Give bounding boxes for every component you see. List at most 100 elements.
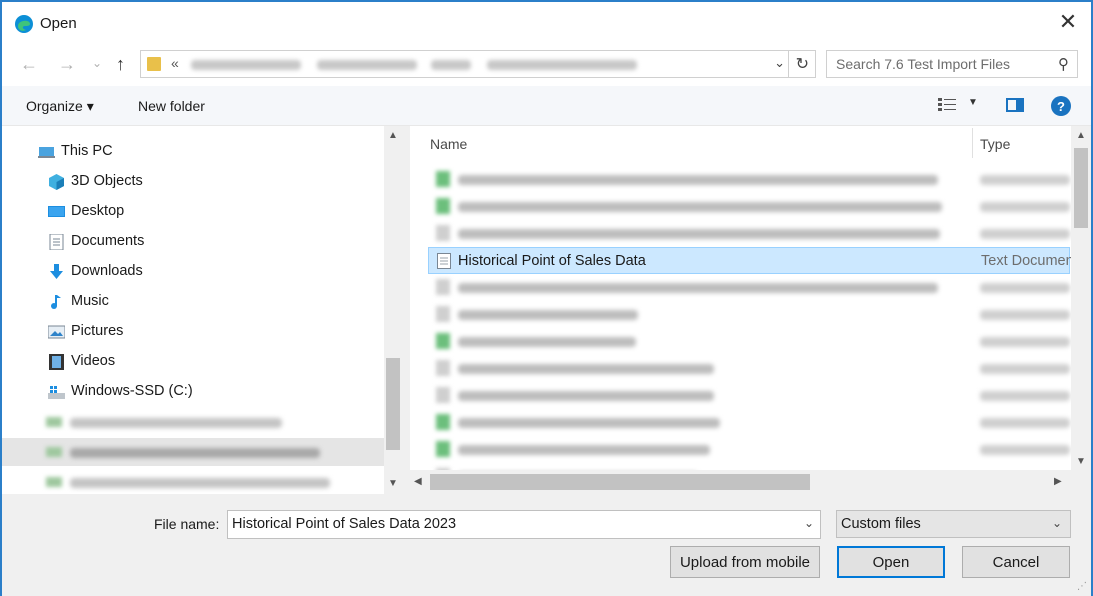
address-segment-redacted <box>191 60 301 70</box>
text-file-icon <box>436 360 450 376</box>
up-arrow-icon[interactable]: ↑ <box>116 54 125 75</box>
redacted-type <box>980 337 1070 347</box>
list-item[interactable] <box>428 436 1070 463</box>
organize-button[interactable]: Organize ▾ <box>26 98 94 115</box>
new-folder-button[interactable]: New folder <box>138 98 205 114</box>
sidebar-item-documents[interactable]: Documents <box>2 228 384 256</box>
redacted-filename <box>458 229 940 239</box>
list-item[interactable] <box>428 355 1070 382</box>
sidebar-item-redacted-drive[interactable] <box>2 468 384 494</box>
back-arrow-icon[interactable]: ← <box>20 54 38 75</box>
sidebar-item-windows-ssd[interactable]: Windows-SSD (C:) <box>2 378 384 406</box>
close-icon: ✕ <box>1058 9 1078 34</box>
list-item[interactable] <box>428 220 1070 247</box>
resize-grip-icon[interactable]: ⋰ <box>1077 581 1087 592</box>
dialog-footer: File name: Historical Point of Sales Dat… <box>2 494 1091 596</box>
redacted-filename <box>458 418 720 428</box>
forward-arrow-icon[interactable]: → <box>58 54 76 75</box>
close-button[interactable]: ✕ <box>1045 2 1091 42</box>
redacted-type <box>980 202 1070 212</box>
redacted-filename <box>458 175 938 185</box>
redacted-type <box>980 229 1070 239</box>
sidebar-item-label: Downloads <box>71 263 143 279</box>
redacted-filename <box>458 445 710 455</box>
chevron-down-icon: ⌄ <box>1051 516 1062 530</box>
list-item[interactable] <box>428 328 1070 355</box>
scroll-up-icon[interactable]: ▲ <box>1076 130 1086 141</box>
file-list-horizontal-scrollbar[interactable]: ◀ ▶ <box>410 470 1071 494</box>
network-drive-icon <box>46 477 62 487</box>
upload-from-mobile-button[interactable]: Upload from mobile <box>670 546 820 578</box>
sidebar-item-videos[interactable]: Videos <box>2 348 384 376</box>
address-overflow[interactable]: « <box>171 55 179 71</box>
column-divider[interactable] <box>972 128 973 158</box>
excel-file-icon <box>436 333 450 349</box>
command-bar: Organize ▾ New folder ▼ ? <box>2 86 1091 126</box>
view-dropdown-icon[interactable]: ▼ <box>968 97 978 108</box>
excel-file-icon <box>436 441 450 457</box>
sidebar-item-label: Music <box>71 293 109 309</box>
sidebar-item-downloads[interactable]: Downloads <box>2 258 384 286</box>
file-name-value: Historical Point of Sales Data 2023 <box>232 516 457 532</box>
navigation-pane: This PC 3D Objects Desktop Documents Dow… <box>2 126 402 494</box>
file-name-label: File name: <box>154 516 220 532</box>
list-item[interactable] <box>428 409 1070 436</box>
scrollbar-thumb[interactable] <box>430 474 810 490</box>
sidebar-item-pictures[interactable]: Pictures <box>2 318 384 346</box>
redacted-label <box>70 418 282 428</box>
scroll-down-icon[interactable]: ▼ <box>1076 456 1086 467</box>
preview-pane-icon[interactable] <box>1006 98 1024 112</box>
text-file-icon <box>436 387 450 403</box>
list-item[interactable] <box>428 274 1070 301</box>
video-icon <box>49 354 64 370</box>
column-header-name[interactable]: Name <box>430 136 467 152</box>
list-item-selected[interactable]: Historical Point of Sales Data Text Docu… <box>428 247 1074 274</box>
scrollbar-thumb[interactable] <box>1074 148 1088 228</box>
redacted-filename <box>458 391 714 401</box>
sidebar-item-redacted-drive[interactable] <box>2 438 384 466</box>
open-button[interactable]: Open <box>837 546 945 578</box>
sidebar-item-3d-objects[interactable]: 3D Objects <box>2 168 384 196</box>
sidebar-item-music[interactable]: Music <box>2 288 384 316</box>
address-bar[interactable]: « ⌄ ↻ <box>140 50 816 78</box>
computer-icon <box>38 147 55 158</box>
redacted-type <box>980 391 1070 401</box>
redacted-filename <box>458 283 938 293</box>
list-item[interactable] <box>428 382 1070 409</box>
column-header-type[interactable]: Type <box>980 136 1010 152</box>
sidebar-item-this-pc[interactable]: This PC <box>2 138 384 166</box>
file-name-input[interactable]: Historical Point of Sales Data 2023 ⌄ <box>227 510 821 539</box>
scrollbar-thumb[interactable] <box>386 358 400 450</box>
sidebar-item-redacted-drive[interactable] <box>2 408 384 436</box>
address-segment-redacted <box>317 60 417 70</box>
file-list-vertical-scrollbar[interactable]: ▲ ▼ <box>1071 126 1091 470</box>
refresh-icon[interactable]: ↻ <box>796 54 809 74</box>
text-file-icon <box>436 306 450 322</box>
list-item[interactable] <box>428 301 1070 328</box>
view-options-icon[interactable] <box>938 98 956 112</box>
search-input[interactable]: Search 7.6 Test Import Files ⚲ <box>826 50 1078 78</box>
list-item[interactable] <box>428 166 1070 193</box>
chevron-down-icon[interactable]: ⌄ <box>774 55 785 71</box>
network-drive-icon <box>46 417 62 427</box>
sidebar-item-label: Desktop <box>71 203 125 219</box>
help-icon[interactable]: ? <box>1051 96 1071 116</box>
sidebar-item-label: 3D Objects <box>71 173 143 189</box>
text-file-icon <box>436 225 450 241</box>
sidebar-scrollbar[interactable]: ▲ ▼ <box>384 126 402 494</box>
scroll-left-icon[interactable]: ◀ <box>414 476 422 487</box>
sidebar-item-desktop[interactable]: Desktop <box>2 198 384 226</box>
list-item[interactable] <box>428 193 1070 220</box>
scroll-right-icon[interactable]: ▶ <box>1054 476 1062 487</box>
cancel-button[interactable]: Cancel <box>962 546 1070 578</box>
chevron-down-icon[interactable]: ⌄ <box>804 516 814 530</box>
edge-browser-icon <box>15 15 33 33</box>
redacted-label <box>70 478 330 488</box>
scroll-down-icon[interactable]: ▼ <box>388 478 398 489</box>
file-name-cell: Historical Point of Sales Data <box>458 253 646 269</box>
recent-locations-chevron-icon[interactable]: ⌄ <box>92 56 102 70</box>
scroll-up-icon[interactable]: ▲ <box>388 130 398 141</box>
excel-file-icon <box>436 414 450 430</box>
file-type-select[interactable]: Custom files ⌄ <box>836 510 1071 538</box>
download-icon <box>50 264 63 279</box>
